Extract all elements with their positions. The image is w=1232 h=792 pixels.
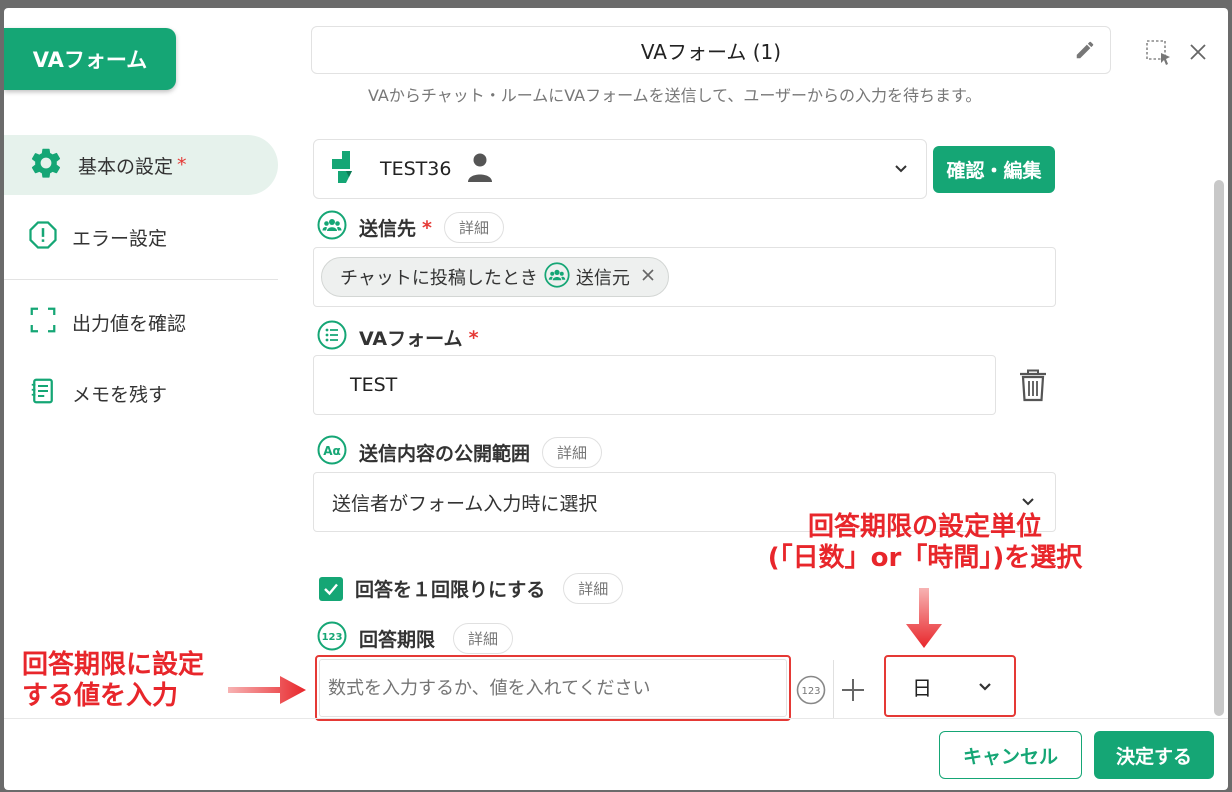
deadline-value-input[interactable] [319, 659, 787, 717]
visibility-value: 送信者がフォーム入力時に選択 [332, 492, 598, 515]
close-icon[interactable] [1188, 42, 1208, 66]
sidebar-item-error-settings[interactable]: エラー設定 [4, 207, 278, 267]
visibility-label-row: Aα 送信内容の公開範囲 詳細 [317, 435, 603, 470]
number-icon: 123 [317, 621, 347, 656]
dialog-description: VAからチャット・ルームにVAフォームを送信して、ユーザーからの入力を待ちます。 [368, 86, 982, 105]
once-label: 回答を１回限りにする [355, 579, 546, 601]
recipient-detail-button[interactable]: 詳細 [443, 212, 504, 243]
notepad-icon [28, 376, 58, 411]
sidebar-divider [4, 279, 278, 280]
va-form-label: VAフォーム [359, 328, 463, 350]
plus-icon[interactable] [838, 675, 868, 709]
deadline-detail-button[interactable]: 詳細 [453, 623, 514, 654]
annotation-left: 回答期限に設定 する値を入力 [22, 650, 204, 712]
sidebar-item-label: エラー設定 [72, 227, 168, 250]
required-mark: * [422, 216, 432, 239]
va-form-label-row: VAフォーム * [317, 320, 479, 355]
va-form-value: TEST [350, 374, 398, 396]
select-area-icon[interactable] [1144, 38, 1172, 70]
recipient-label-row: 送信先 * 詳細 [317, 210, 504, 245]
annotation-right-line1: 回答期限の設定単位 [807, 512, 1042, 542]
sidebar-item-label: 出力値を確認 [72, 312, 187, 335]
node-type-chip: VAフォーム [4, 28, 176, 90]
chevron-down-icon [892, 160, 910, 183]
remove-chip-icon[interactable] [640, 267, 656, 288]
chevron-down-icon [976, 677, 994, 701]
deadline-unit-select[interactable]: 日 [884, 655, 1016, 717]
deadline-label: 回答期限 [359, 629, 436, 651]
visibility-detail-button[interactable]: 詳細 [542, 437, 603, 468]
sidebar-item-label: メモを残す [72, 383, 168, 406]
gear-icon [28, 145, 64, 186]
va-form-dialog: VAフォーム VAフォーム (1) VAからチャット・ルームにVAフォームを送信… [4, 8, 1228, 790]
submit-button[interactable]: 決定する [1094, 731, 1214, 779]
va-name: TEST36 [380, 158, 452, 180]
sidebar-item-label: 基本の設定 [78, 155, 174, 178]
recipient-field[interactable]: チャットに投稿したとき 送信元 [313, 247, 1056, 307]
group-icon [317, 210, 347, 245]
required-mark: * [468, 326, 479, 349]
svg-text:123: 123 [322, 632, 343, 643]
form-name-field[interactable]: VAフォーム (1) [311, 26, 1111, 74]
window-controls [1144, 38, 1208, 70]
va-select[interactable]: TEST36 [313, 139, 927, 199]
deadline-unit-value: 日 [912, 675, 932, 700]
person-icon [467, 152, 493, 187]
va-logo-icon [328, 149, 360, 190]
number-type-icon[interactable]: 123 [796, 675, 826, 709]
arrow-right-icon [228, 670, 308, 714]
bracket-frame-icon [28, 305, 58, 340]
text-format-icon: Aα [317, 435, 347, 470]
svg-text:Aα: Aα [323, 444, 341, 458]
svg-text:123: 123 [801, 686, 820, 697]
visibility-label: 送信内容の公開範囲 [359, 443, 531, 465]
footer-divider [4, 718, 1228, 719]
recipient-label: 送信先 [359, 218, 417, 240]
list-icon [317, 320, 347, 355]
annotation-right: 回答期限の設定単位 (「日数」or「時間」)を選択 [760, 512, 1090, 574]
required-mark: * [177, 154, 187, 176]
confirm-edit-button[interactable]: 確認・編集 [933, 146, 1055, 193]
recipient-chip-text: チャットに投稿したとき [340, 268, 538, 289]
deadline-input-highlight [315, 655, 791, 721]
annotation-left-line1: 回答期限に設定 [22, 650, 205, 680]
annotation-right-line2: (「日数」or「時間」)を選択 [767, 543, 1083, 574]
recipient-chip: チャットに投稿したとき 送信元 [321, 257, 669, 297]
recipient-chip-sub: 送信元 [575, 268, 630, 289]
input-divider [833, 660, 834, 718]
va-form-field[interactable]: TEST [313, 355, 996, 415]
once-row: 回答を１回限りにする 詳細 [319, 573, 624, 604]
sidebar-item-output-values[interactable]: 出力値を確認 [4, 292, 278, 352]
pencil-icon[interactable] [1074, 39, 1096, 66]
form-name-text: VAフォーム (1) [640, 39, 782, 64]
sidebar-item-memo[interactable]: メモを残す [4, 363, 278, 423]
once-checkbox[interactable] [319, 576, 343, 601]
warning-octagon-icon [28, 220, 58, 255]
group-icon [544, 261, 570, 293]
once-detail-button[interactable]: 詳細 [563, 573, 624, 604]
sidebar-item-basic-settings[interactable]: 基本の設定 * [4, 135, 278, 195]
cancel-button[interactable]: キャンセル [939, 731, 1082, 779]
deadline-label-row: 123 回答期限 詳細 [317, 621, 514, 656]
annotation-left-line2: する値を入力 [22, 681, 179, 712]
trash-icon[interactable] [1018, 368, 1048, 406]
arrow-down-icon [902, 588, 946, 654]
scrollbar[interactable] [1214, 180, 1224, 716]
